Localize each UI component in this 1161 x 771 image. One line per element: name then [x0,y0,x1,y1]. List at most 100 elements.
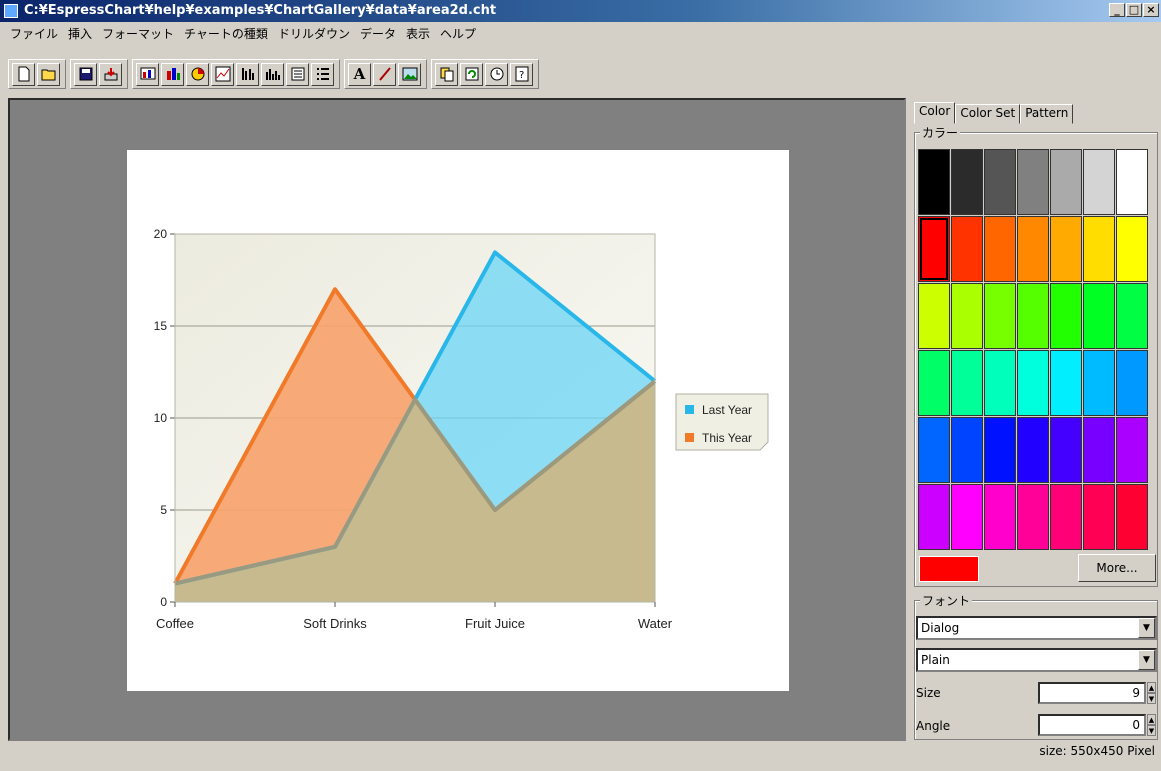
close-button[interactable]: × [1143,3,1159,17]
angle-input[interactable]: 0 [1038,714,1146,736]
open-button[interactable] [37,62,60,86]
axis-scale-button[interactable] [236,62,259,86]
color-swatch[interactable] [918,216,950,282]
color-swatch[interactable] [1116,350,1148,416]
color-swatch[interactable] [1017,484,1049,550]
color-swatch[interactable] [1050,484,1082,550]
menu-help[interactable]: ヘルプ [436,25,482,42]
color-swatch[interactable] [1017,350,1049,416]
color-swatch[interactable] [1083,417,1115,483]
color-swatch[interactable] [951,417,983,483]
color-swatch[interactable] [984,283,1016,349]
new-button[interactable] [12,62,35,86]
color-swatch[interactable] [1083,283,1115,349]
image-button[interactable] [398,62,421,86]
chart-card[interactable]: 0 5 10 15 20 Coffee Soft Drinks Fruit Juice Wate… [127,150,789,691]
data-source-icon [140,67,155,80]
menu-format[interactable]: フォーマット [98,25,180,42]
text-button[interactable]: A [348,62,371,86]
color-swatch[interactable] [951,350,983,416]
stepper-up-icon[interactable]: ▲ [1147,682,1156,693]
menu-file[interactable]: ファイル [6,25,64,42]
color-swatch[interactable] [1050,283,1082,349]
color-swatch[interactable] [918,484,950,550]
color-swatch[interactable] [1017,417,1049,483]
clock-button[interactable] [485,62,508,86]
font-name-select[interactable]: Dialog ▼ [916,616,1157,640]
copy-button[interactable] [435,62,458,86]
tab-color-set[interactable]: Color Set [955,104,1021,124]
list-button[interactable] [311,62,334,86]
pie-chart-button[interactable] [186,62,209,86]
chart-type-button[interactable] [161,62,184,86]
stepper-up-icon[interactable]: ▲ [1147,714,1156,725]
more-colors-button[interactable]: More... [1078,554,1156,582]
data-source-button[interactable] [136,62,159,86]
chart-type-icon [166,68,180,80]
angle-stepper[interactable]: ▲ ▼ [1147,714,1156,736]
list-icon [316,68,329,80]
legend-button[interactable] [286,62,309,86]
help-button[interactable]: ? [510,62,533,86]
color-swatch[interactable] [1116,149,1148,215]
size-input[interactable]: 9 [1038,682,1146,704]
color-swatch[interactable] [1083,484,1115,550]
save-icon [79,67,92,81]
color-swatch[interactable] [1017,283,1049,349]
menu-chart-type[interactable]: チャートの種類 [180,25,274,42]
menu-data[interactable]: データ [356,25,402,42]
color-swatch[interactable] [1050,216,1082,282]
color-swatch[interactable] [1083,149,1115,215]
color-swatch[interactable] [1116,484,1148,550]
stepper-down-icon[interactable]: ▼ [1147,725,1156,736]
menu-drilldown[interactable]: ドリルダウン [274,25,356,42]
color-swatch[interactable] [1083,350,1115,416]
app-icon [4,4,18,18]
save-button[interactable] [74,62,97,86]
color-swatch[interactable] [984,216,1016,282]
color-swatch[interactable] [918,417,950,483]
line-chart-button[interactable] [211,62,234,86]
minimize-button[interactable]: _ [1109,3,1125,17]
color-swatch[interactable] [1050,350,1082,416]
color-swatch[interactable] [1116,417,1148,483]
color-swatch[interactable] [951,216,983,282]
new-icon [18,66,29,82]
font-style-select[interactable]: Plain ▼ [916,648,1157,672]
color-swatch[interactable] [1116,283,1148,349]
tab-pattern[interactable]: Pattern [1020,104,1074,124]
export-button[interactable] [99,62,122,86]
size-stepper[interactable]: ▲ ▼ [1147,682,1156,704]
color-swatch[interactable] [918,149,950,215]
color-swatch[interactable] [984,350,1016,416]
menu-view[interactable]: 表示 [402,25,436,42]
size-label: Size [916,686,941,700]
stepper-down-icon[interactable]: ▼ [1147,693,1156,704]
color-swatch[interactable] [1017,216,1049,282]
color-swatch[interactable] [1017,149,1049,215]
color-swatch[interactable] [1083,216,1115,282]
chevron-down-icon[interactable]: ▼ [1138,650,1155,670]
color-swatch[interactable] [918,350,950,416]
color-swatch[interactable] [1050,417,1082,483]
menu-insert[interactable]: 挿入 [64,25,98,42]
chevron-down-icon[interactable]: ▼ [1138,618,1155,638]
color-swatch[interactable] [984,417,1016,483]
tab-color[interactable]: Color [914,102,956,124]
maximize-button[interactable]: □ [1126,3,1142,17]
color-swatch[interactable] [1050,149,1082,215]
color-swatch[interactable] [984,484,1016,550]
color-swatch[interactable] [984,149,1016,215]
color-swatch[interactable] [951,149,983,215]
refresh-button[interactable] [460,62,483,86]
color-swatch[interactable] [951,484,983,550]
color-swatch[interactable] [918,283,950,349]
color-swatch[interactable] [1116,216,1148,282]
area-chart[interactable]: 0 5 10 15 20 Coffee Soft Drinks Fruit Juice Wate… [127,150,789,691]
draw-button[interactable] [373,62,396,86]
y-tick-label: 5 [160,503,167,517]
histogram-button[interactable] [261,62,284,86]
color-swatch[interactable] [951,283,983,349]
angle-label: Angle [916,719,951,733]
x-tick-label: Soft Drinks [303,616,367,631]
